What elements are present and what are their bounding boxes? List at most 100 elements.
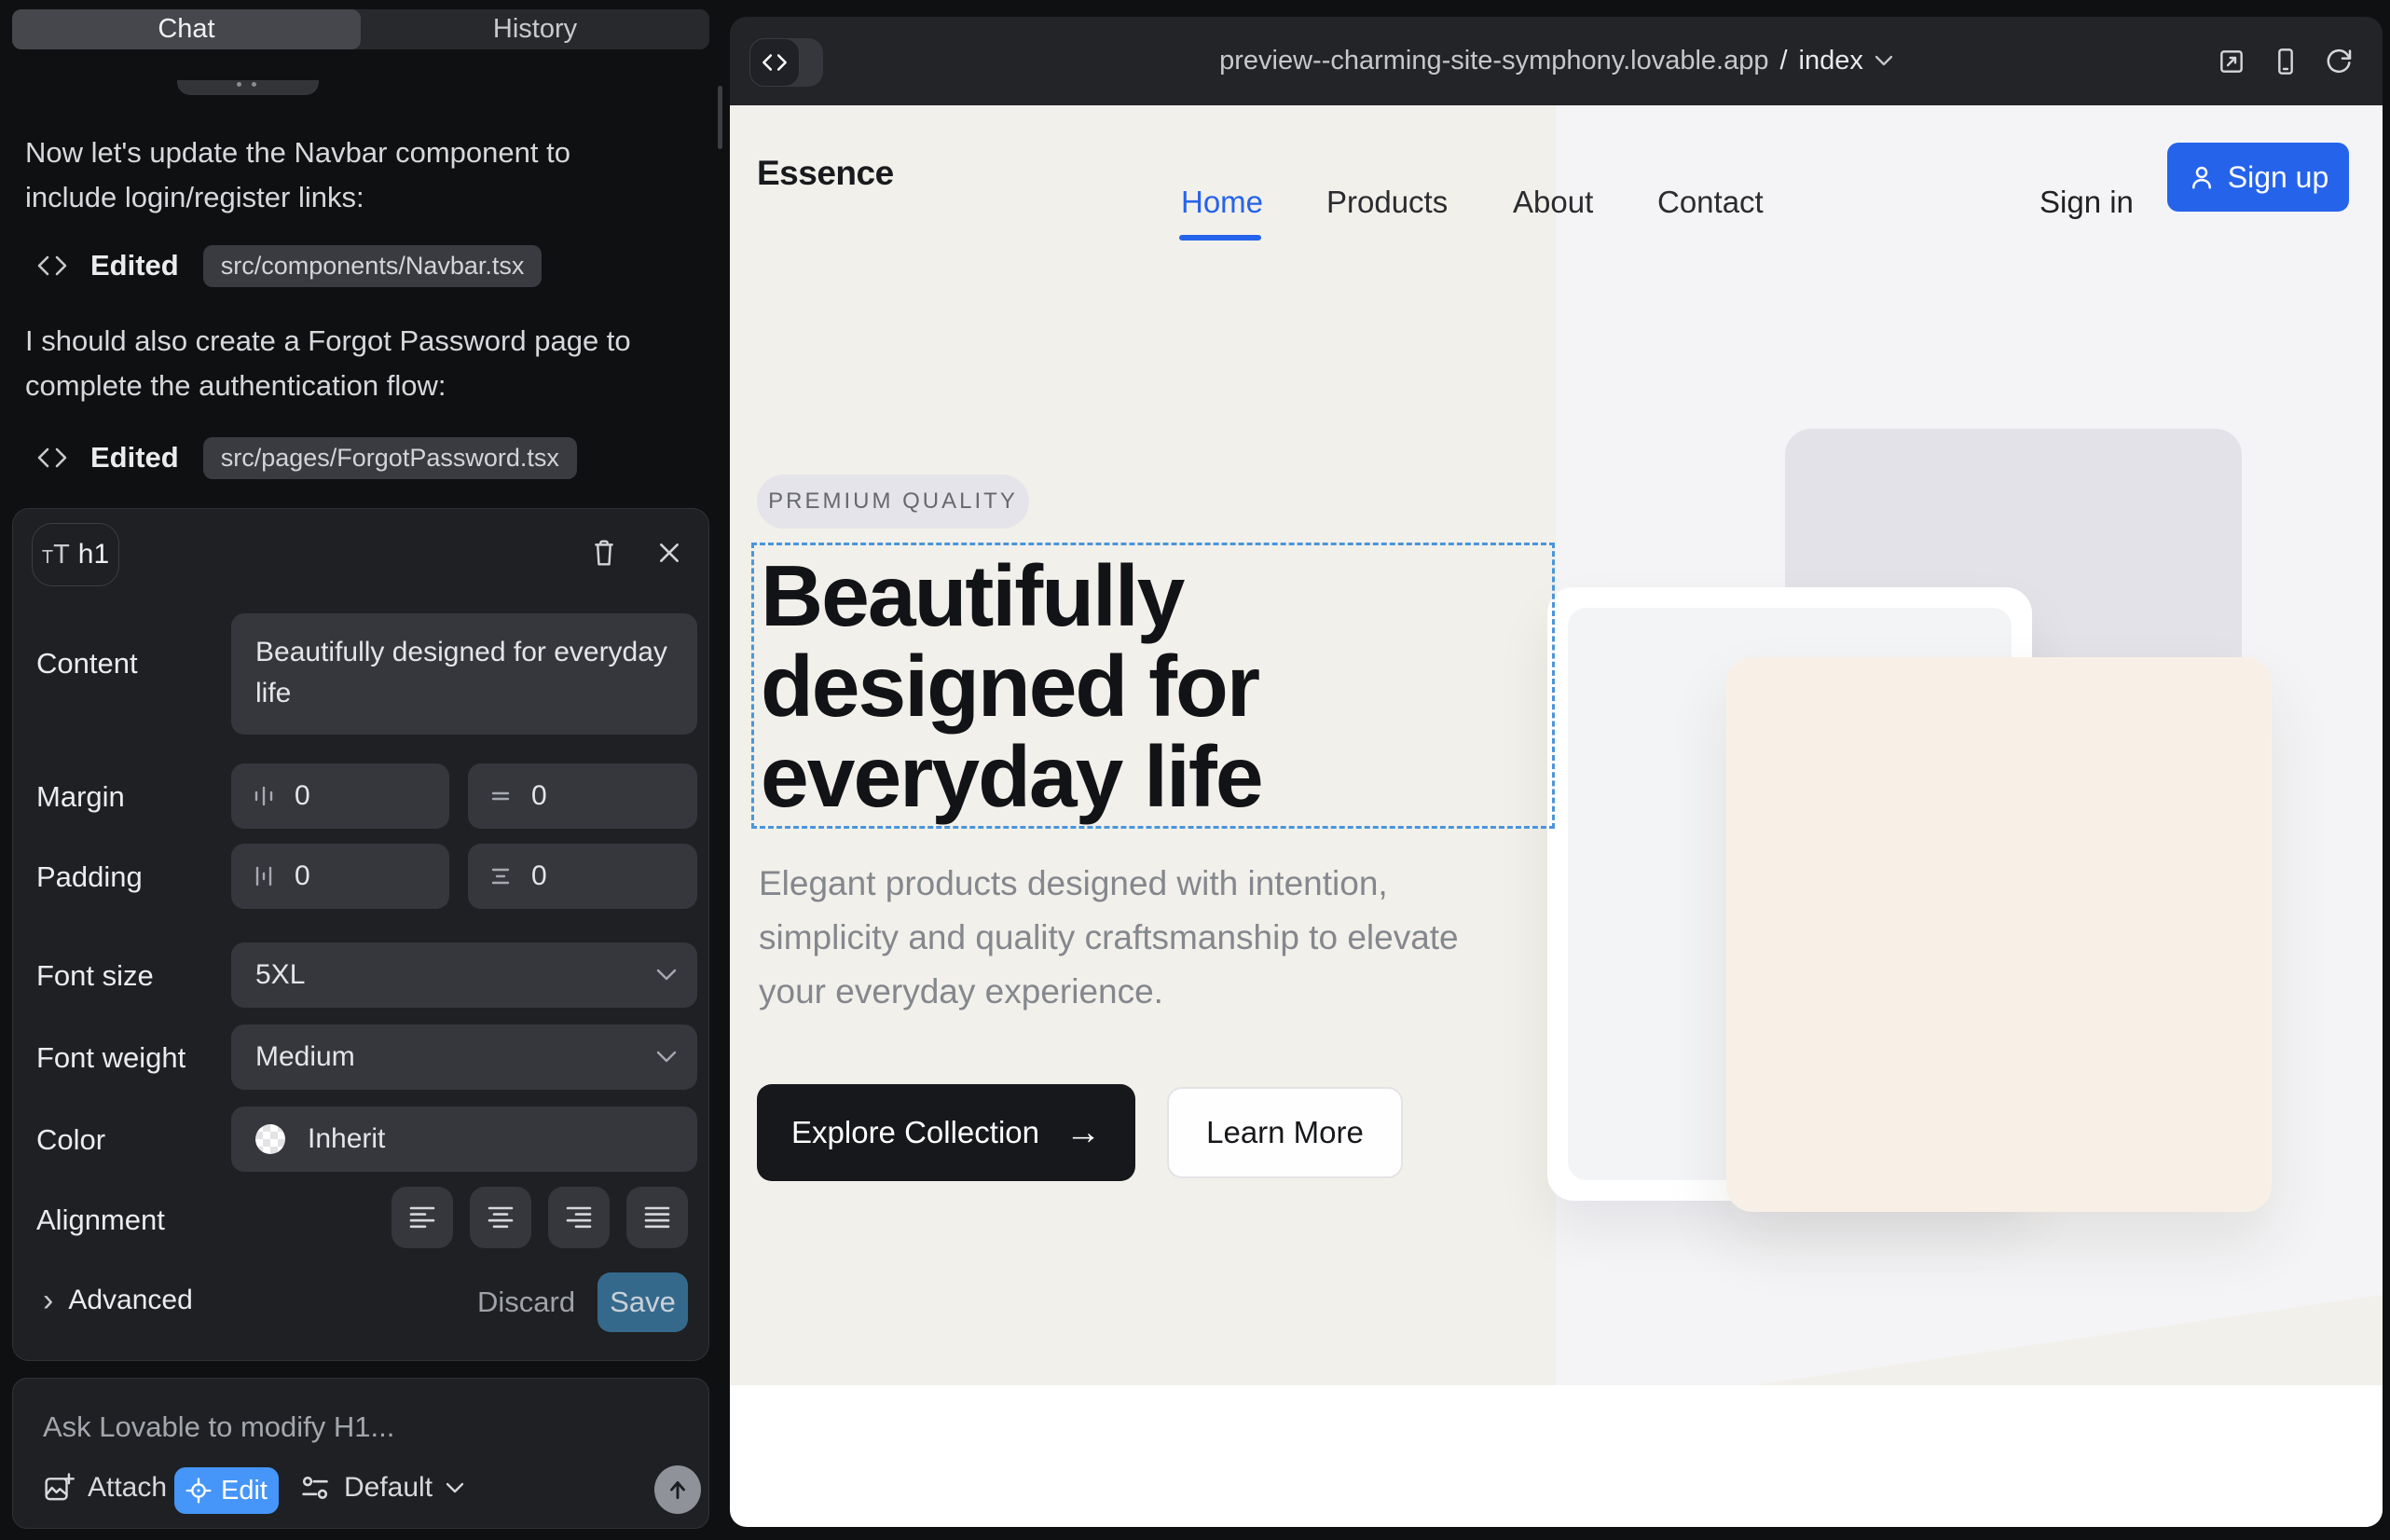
align-right-button[interactable] — [548, 1187, 610, 1248]
mode-selector[interactable]: Default — [299, 1472, 464, 1504]
margin-y-value: 0 — [531, 780, 547, 812]
attach-button[interactable]: Attach — [43, 1472, 167, 1504]
padding-vertical-icon — [488, 864, 513, 888]
chat-message: Now let's update the Navbar component to… — [25, 131, 659, 220]
code-preview-toggle[interactable] — [749, 38, 823, 87]
site-page: Essence Home Products About Contact Sign… — [730, 105, 2383, 1527]
preview-url-page: index — [1799, 46, 1863, 76]
padding-y-input[interactable]: 0 — [468, 844, 697, 909]
align-center-button[interactable] — [470, 1187, 531, 1248]
color-swatch — [255, 1124, 285, 1154]
selected-element-badge: TT h1 — [32, 523, 119, 586]
sliders-icon — [299, 1473, 331, 1503]
preview-url-separator: / — [1779, 46, 1787, 76]
color-label: Color — [36, 1123, 105, 1157]
code-icon — [761, 53, 789, 72]
refresh-button[interactable] — [2323, 46, 2355, 77]
margin-vertical-icon — [488, 784, 513, 808]
scrolled-pill-fragment — [177, 80, 319, 95]
padding-horizontal-icon — [252, 864, 276, 888]
site-logo[interactable]: Essence — [757, 154, 894, 193]
alignment-label: Alignment — [36, 1203, 165, 1237]
mode-label: Default — [344, 1472, 433, 1504]
edited-file-chip[interactable]: src/pages/ForgotPassword.tsx — [203, 437, 577, 479]
dot — [252, 82, 256, 87]
padding-x-input[interactable]: 0 — [231, 844, 449, 909]
tab-chat[interactable]: Chat — [12, 9, 361, 49]
tab-history-label: History — [493, 14, 577, 45]
save-button[interactable]: Save — [598, 1272, 688, 1332]
font-size-label: Font size — [36, 959, 154, 993]
trash-icon — [590, 538, 618, 568]
margin-y-input[interactable]: 0 — [468, 763, 697, 829]
padding-x-value: 0 — [295, 860, 310, 892]
nav-link-about[interactable]: About — [1513, 185, 1593, 220]
code-icon — [36, 254, 68, 277]
discard-button[interactable]: Discard — [477, 1286, 575, 1319]
margin-x-value: 0 — [295, 780, 310, 812]
edited-file-chip[interactable]: src/components/Navbar.tsx — [203, 245, 543, 287]
delete-element-button[interactable] — [584, 532, 625, 573]
learn-more-button[interactable]: Learn More — [1167, 1087, 1403, 1178]
chevron-down-icon — [656, 1051, 677, 1064]
advanced-label: Advanced — [68, 1285, 192, 1316]
tab-chat-label: Chat — [158, 14, 214, 45]
refresh-icon — [2324, 47, 2354, 76]
align-left-icon — [408, 1204, 436, 1231]
sign-up-label: Sign up — [2228, 160, 2329, 195]
hero-description: Elegant products designed with intention… — [759, 857, 1504, 1019]
color-value: Inherit — [308, 1123, 385, 1155]
sign-up-button[interactable]: Sign up — [2167, 143, 2349, 212]
content-label: Content — [36, 647, 138, 681]
font-size-value: 5XL — [255, 959, 305, 991]
hero-badge: PREMIUM QUALITY — [757, 474, 1029, 529]
padding-y-value: 0 — [531, 860, 547, 892]
active-nav-underline — [1179, 235, 1261, 241]
tab-history[interactable]: History — [361, 9, 709, 49]
lovable-workspace: Chat History Now let's update the Navbar… — [0, 0, 2390, 1540]
chevron-down-icon — [1875, 55, 1893, 67]
close-panel-button[interactable] — [649, 532, 690, 573]
phone-icon — [2271, 47, 2301, 76]
color-select[interactable]: Inherit — [231, 1107, 697, 1172]
learn-more-label: Learn More — [1206, 1115, 1364, 1150]
chat-message: I should also create a Forgot Password p… — [25, 319, 659, 408]
external-link-icon — [2217, 47, 2246, 76]
sidebar-scrollbar-thumb[interactable] — [718, 86, 722, 149]
sign-in-link[interactable]: Sign in — [2040, 185, 2134, 220]
font-weight-label: Font weight — [36, 1041, 185, 1075]
composer-input[interactable]: Ask Lovable to modify H1... — [43, 1410, 394, 1444]
mobile-view-button[interactable] — [2270, 46, 2301, 77]
code-icon — [36, 447, 68, 469]
send-button[interactable] — [654, 1465, 701, 1514]
align-left-button[interactable] — [391, 1187, 453, 1248]
edit-mode-button[interactable]: Edit — [174, 1467, 279, 1514]
explore-collection-button[interactable]: Explore Collection → — [757, 1084, 1135, 1181]
content-textarea[interactable]: Beautifully designed for everyday life — [231, 613, 697, 735]
margin-x-input[interactable]: 0 — [231, 763, 449, 829]
hero-headline[interactable]: Beautifully designed for everyday life — [761, 551, 1301, 822]
explore-collection-label: Explore Collection — [791, 1115, 1039, 1150]
dot — [237, 82, 241, 87]
nav-link-contact[interactable]: Contact — [1657, 185, 1764, 220]
font-weight-select[interactable]: Medium — [231, 1024, 697, 1090]
arrow-up-icon — [666, 1478, 690, 1502]
edited-label: Edited — [90, 441, 179, 474]
attach-label: Attach — [88, 1472, 167, 1504]
nav-link-products[interactable]: Products — [1326, 185, 1448, 220]
edited-file-row: Edited src/pages/ForgotPassword.tsx — [25, 436, 577, 479]
code-toggle-segment[interactable] — [749, 38, 800, 87]
nav-link-home[interactable]: Home — [1181, 185, 1263, 220]
chevron-right-icon: › — [43, 1286, 53, 1314]
close-icon — [657, 541, 681, 565]
preview-url-bar[interactable]: preview--charming-site-symphony.lovable.… — [730, 17, 2383, 105]
preview-frame: preview--charming-site-symphony.lovable.… — [730, 17, 2383, 1527]
font-size-select[interactable]: 5XL — [231, 942, 697, 1008]
align-justify-button[interactable] — [626, 1187, 688, 1248]
chat-composer: Ask Lovable to modify H1... Attach Edit — [12, 1378, 709, 1529]
advanced-toggle[interactable]: › Advanced — [43, 1285, 193, 1316]
padding-label: Padding — [36, 860, 143, 894]
margin-horizontal-icon — [252, 784, 276, 808]
preview-url-host: preview--charming-site-symphony.lovable.… — [1219, 46, 1768, 76]
open-external-button[interactable] — [2216, 46, 2247, 77]
